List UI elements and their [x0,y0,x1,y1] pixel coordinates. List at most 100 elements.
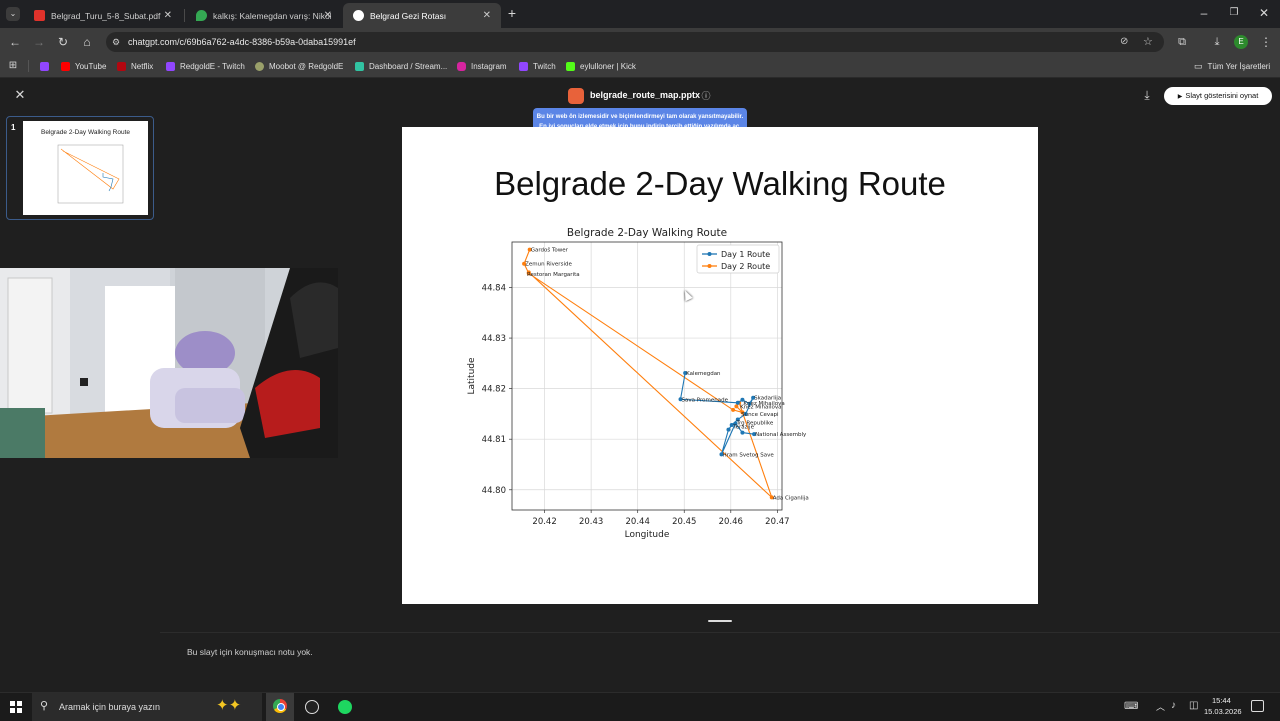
info-icon[interactable]: ⓘ [700,89,712,103]
place-label: National Assembly [755,432,807,438]
bookmark-label: Dashboard / Stream... [369,61,448,71]
series-point-day-1 [740,430,745,435]
slideshow-button[interactable]: ▶ Slayt gösterisini oynat [1164,87,1272,105]
bookmark-redgolde-twitch[interactable]: RedgoldE - Twitch [166,60,245,72]
address-bar[interactable]: ⚙ chatgpt.com/c/69b6a762-a4dc-8386-b59a-… [106,32,1164,52]
download-icon[interactable]: ⤓ [1210,35,1224,49]
bookmark-label: Tüm Yer İşaretleri [1207,61,1271,71]
chrome-taskbar-icon[interactable] [266,693,294,721]
restore-icon[interactable]: ❐ [1228,6,1240,20]
place-label: Kalemegdan [686,371,721,377]
search-icon: ⚲ [40,700,49,712]
tab-strip: ⌄ Belgrad_Turu_5-8_Subat.pdf ✕ kalkış: K… [0,0,1280,28]
close-icon[interactable]: ✕ [324,10,332,21]
window-close-icon[interactable]: ✕ [1258,6,1270,20]
new-tab-icon[interactable]: + [505,6,519,20]
star-icon[interactable]: ☆ [1143,32,1153,52]
bookmark-label: eylulloner | Kick [580,61,636,71]
slideshow-label: Slayt gösterisini oynat [1185,91,1259,100]
bookmark-kick[interactable]: eylulloner | Kick [566,60,636,72]
legend-swatch-marker [707,264,712,268]
place-label: Restoran Margarita [527,272,580,278]
twitch-icon [519,61,528,71]
tab-pdf[interactable]: Belgrad_Turu_5-8_Subat.pdf ✕ [24,3,182,28]
youtube-icon [61,61,70,71]
y-tick-label: 44.84 [482,284,506,294]
bookmark-netflix[interactable]: Netflix [117,60,153,72]
twitch-icon [166,61,175,71]
legend-label: Day 1 Route [721,250,770,259]
tray-chevron-icon[interactable]: ︿ [1156,700,1165,713]
bookmarks-bar: ⊞ YouTube Netflix RedgoldE - Twitch Moob… [0,56,1280,78]
slide-thumbnail[interactable]: Belgrade 2-Day Walking Route [23,121,148,215]
x-tick-label: 20.43 [579,517,603,527]
taskbar-search[interactable]: ⚲ Aramak için buraya yazın ✦✦ [32,693,262,721]
viewer-header: ✕ belgrade_route_map.pptx ⓘ ⤓ ▶ Slayt gös… [0,82,1280,110]
bookmark-label: Netflix [131,61,154,71]
bookmark-twitch[interactable]: Twitch [519,60,556,72]
series-point-day-1 [735,400,740,405]
eye-off-icon[interactable]: ⊘ [1120,32,1128,52]
streamlabs-icon [355,61,364,71]
y-tick-label: 44.83 [482,334,506,344]
x-tick-label: 20.47 [765,517,789,527]
play-icon: ▶ [1177,94,1183,100]
slide-canvas: Belgrade 2-Day Walking Route Belgrade 2-… [402,127,1038,604]
notification-icon[interactable] [1251,700,1264,712]
home-icon[interactable]: ⌂ [80,35,94,49]
tab-chatgpt[interactable]: Belgrad Gezi Rotası ✕ [343,3,501,28]
twitch-icon [40,61,49,71]
minimize-icon[interactable]: – [1198,6,1210,20]
route-chart: Belgrade 2-Day Walking Route 20.42 20.43 20… [467,227,809,540]
x-tick-label: 20.46 [719,517,743,527]
tab-maps[interactable]: kalkış: Kalemegdan varış: Nikola ✕ [186,3,342,28]
place-label: Hram Svetog Save [722,452,774,458]
forward-icon[interactable]: → [32,35,46,49]
speaker-notes: Bu slayt için konuşmacı notu yok. [187,647,313,657]
close-icon[interactable]: ✕ [164,10,172,21]
tab-title: Belgrad Gezi Rotası [370,10,447,21]
bookmark-label: YouTube [75,61,107,71]
search-placeholder: Aramak için buraya yazın [59,702,161,712]
spotify-taskbar-icon[interactable] [338,700,352,714]
bookmark-youtube[interactable]: YouTube [61,60,106,72]
bookmark-label: Moobot @ RedgoldE [269,61,344,71]
tab-search-icon[interactable]: ⌄ [6,7,20,21]
network-icon[interactable]: ◫ [1189,700,1198,711]
y-axis-label: Latitude [467,357,477,395]
apps-grid-icon[interactable]: ⊞ [7,59,19,73]
profile-avatar[interactable]: E [1234,35,1248,49]
pptx-file-icon [568,88,584,104]
bookmark-dashboard[interactable]: Dashboard / Stream... [355,60,447,72]
windows-start-icon[interactable] [10,701,22,713]
tab-title: Belgrad_Turu_5-8_Subat.pdf [51,10,161,21]
download-file-icon[interactable]: ⤓ [1140,88,1154,102]
all-bookmarks-folder[interactable]: ▭ Tüm Yer İşaretleri [1194,60,1270,72]
menu-icon[interactable]: ⋮ [1260,35,1272,49]
kick-icon [566,61,575,71]
instagram-icon [457,61,466,71]
pdf-icon [34,10,45,21]
close-viewer-icon[interactable]: ✕ [13,88,27,102]
keyboard-icon[interactable]: ⌨ [1124,701,1138,712]
close-icon[interactable]: ✕ [483,10,491,21]
clock-time[interactable]: 15:44 [1212,696,1231,705]
clock-date[interactable]: 15.03.2026 [1204,707,1242,716]
series-point-day-1 [726,427,731,432]
place-label: Knez Mihailova [740,404,781,410]
webcam-overlay [0,268,338,458]
obs-taskbar-icon[interactable] [305,700,319,714]
bookmark-instagram[interactable]: Instagram [457,60,507,72]
legend-swatch-marker [707,252,712,256]
extensions-icon[interactable]: ⧉ [1175,35,1189,49]
bookmark-moobot[interactable]: Moobot @ RedgoldE [255,60,343,72]
reload-icon[interactable]: ↻ [56,35,70,49]
series-point-day-2 [731,407,736,412]
bookmark-label: Instagram [471,61,507,71]
volume-icon[interactable]: ♪ [1171,700,1176,711]
site-info-icon[interactable]: ⚙ [112,32,120,52]
bookmark-twitch-icon[interactable] [40,60,54,72]
thumbnail-chart [57,144,124,204]
back-icon[interactable]: ← [8,35,22,49]
y-tick-label: 44.80 [482,486,506,496]
